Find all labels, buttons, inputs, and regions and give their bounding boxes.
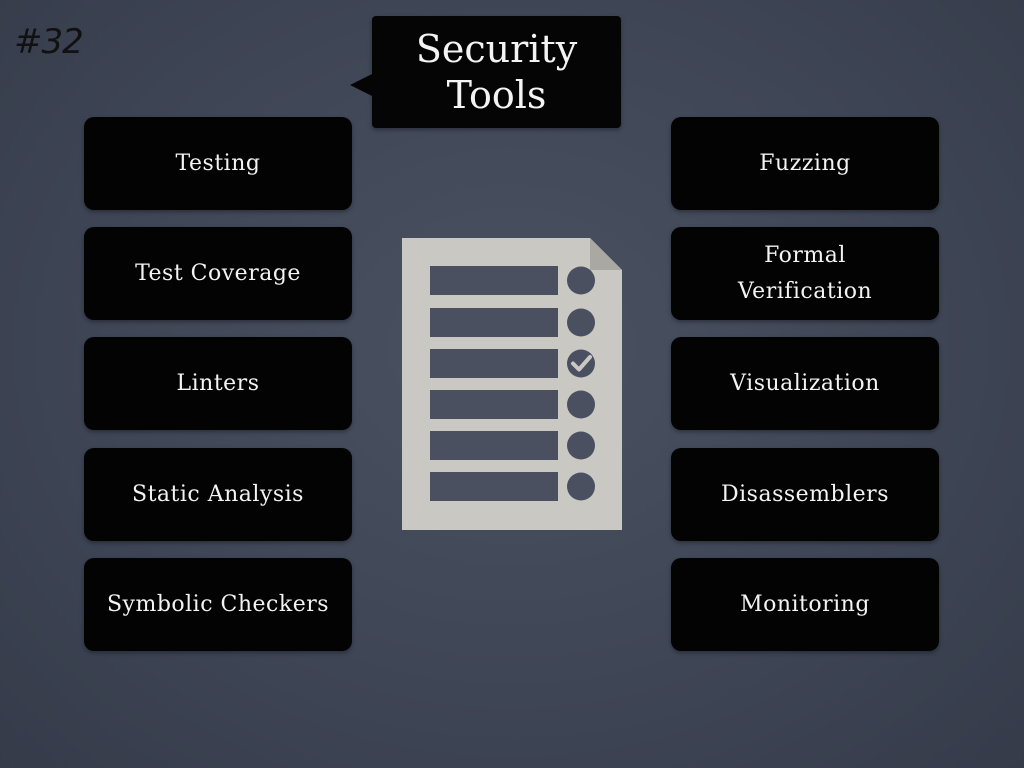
tool-label: Formal Verification bbox=[737, 242, 873, 304]
tool-box-testing[interactable]: Testing bbox=[84, 117, 352, 210]
tool-label: Symbolic Checkers bbox=[106, 591, 330, 617]
tool-box-symbolic-checkers[interactable]: Symbolic Checkers bbox=[84, 558, 352, 651]
slide-title: Security Tools bbox=[415, 27, 578, 117]
tool-label: Disassemblers bbox=[721, 481, 889, 507]
tool-box-disassemblers[interactable]: Disassemblers bbox=[671, 448, 939, 541]
tool-label: Visualization bbox=[730, 370, 880, 396]
slide-number: #32 bbox=[14, 22, 84, 62]
tool-box-visualization[interactable]: Visualization bbox=[671, 337, 939, 430]
tool-box-monitoring[interactable]: Monitoring bbox=[671, 558, 939, 651]
checklist-form-icon bbox=[402, 238, 622, 530]
tool-box-linters[interactable]: Linters bbox=[84, 337, 352, 430]
title-callout: Security Tools bbox=[350, 16, 621, 128]
tool-box-test-coverage[interactable]: Test Coverage bbox=[84, 227, 352, 320]
tool-label: Static Analysis bbox=[132, 481, 304, 507]
tool-box-fuzzing[interactable]: Fuzzing bbox=[671, 117, 939, 210]
tool-box-static-analysis[interactable]: Static Analysis bbox=[84, 448, 352, 541]
tool-label: Monitoring bbox=[740, 591, 870, 617]
tool-label: Testing bbox=[175, 150, 261, 176]
tool-box-formal-verification[interactable]: Formal Verification bbox=[671, 227, 939, 320]
tool-label: Fuzzing bbox=[759, 150, 851, 176]
tool-label: Test Coverage bbox=[135, 260, 301, 286]
tool-label: Linters bbox=[176, 370, 260, 396]
